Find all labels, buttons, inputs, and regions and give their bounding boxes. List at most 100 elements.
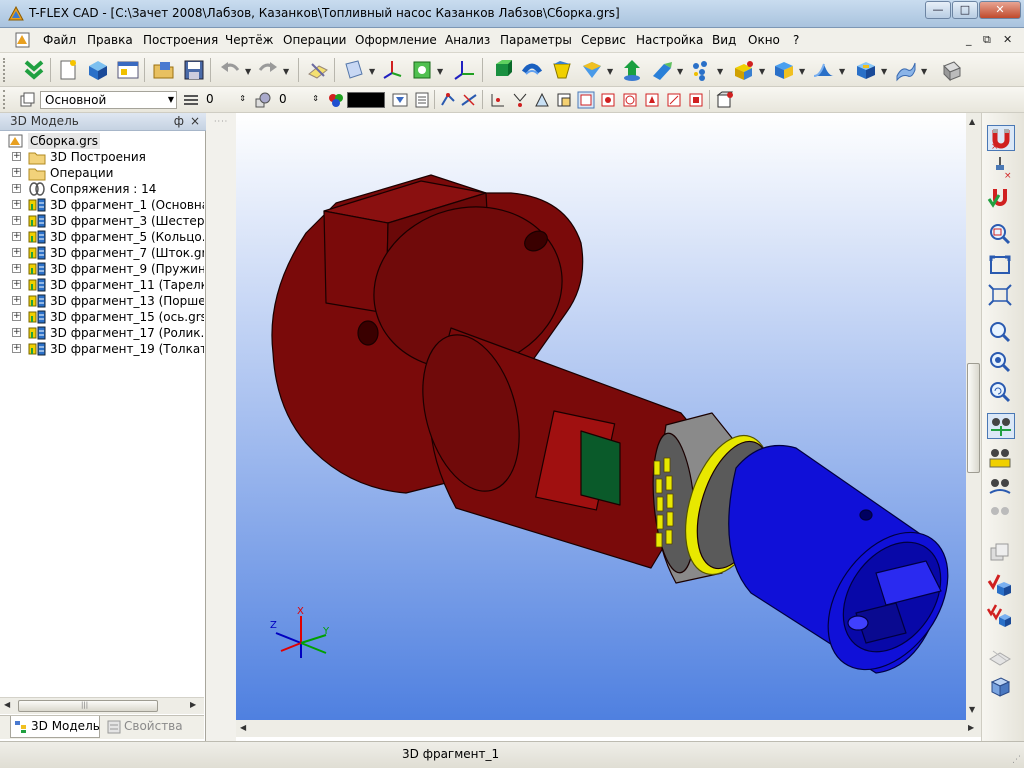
3d-scene[interactable]: X Y Z	[236, 113, 966, 720]
coordinate-system-icon[interactable]	[452, 58, 476, 82]
expand-icon[interactable]: +	[12, 168, 21, 177]
tree-item[interactable]: +3D фрагмент_15 (ось.grs)	[0, 309, 204, 325]
scroll-up-icon[interactable]: ▲	[969, 117, 975, 126]
extrude-icon[interactable]	[490, 58, 514, 82]
snap-vertex-icon[interactable]	[489, 91, 507, 109]
level-spinner[interactable]: 0 ⇕	[202, 91, 248, 109]
maximize-button[interactable]: □	[952, 1, 978, 19]
pin-icon[interactable]: ф	[174, 113, 184, 130]
tab-3d-model[interactable]: 3D Модель	[10, 716, 100, 738]
tree-horizontal-scrollbar[interactable]: ◀ ||| ▶	[0, 697, 204, 714]
profile-dropdown-icon[interactable]: ▼	[437, 67, 443, 76]
array-dropdown-icon[interactable]: ▼	[717, 67, 723, 76]
select-body-icon[interactable]	[716, 91, 734, 109]
chamfer-dropdown-icon[interactable]: ▼	[799, 67, 805, 76]
pipe-dropdown-icon[interactable]: ▼	[677, 67, 683, 76]
panel-splitter[interactable]: ····	[206, 113, 236, 741]
chevron-down-double-icon[interactable]	[22, 58, 46, 82]
doc-minimize-button[interactable]: _	[966, 33, 972, 46]
tree-item[interactable]: +3D фрагмент_19 (Толкатель.g	[0, 341, 204, 357]
toolbar-grip[interactable]	[3, 90, 7, 109]
scroll-thumb[interactable]	[967, 363, 980, 473]
tree-item[interactable]: +3D фрагмент_11 (Тарелка.grs)	[0, 277, 204, 293]
check-body-button[interactable]	[987, 573, 1015, 599]
snap-loop-icon[interactable]	[577, 91, 595, 109]
menu-parameters[interactable]: Параметры	[500, 33, 572, 47]
snap-lcs-icon[interactable]	[621, 91, 639, 109]
close-button[interactable]: ✕	[979, 1, 1021, 19]
select-nodes-icon[interactable]	[440, 91, 458, 109]
menu-edit[interactable]: Правка	[87, 33, 133, 47]
new-drawing-icon[interactable]	[116, 58, 140, 82]
viewport-vertical-scrollbar[interactable]: ▲ ▼	[966, 113, 981, 720]
menu-operations[interactable]: Операции	[283, 33, 346, 47]
expand-icon[interactable]: +	[12, 328, 21, 337]
scroll-left-icon[interactable]: ◀	[240, 723, 246, 732]
tree-item[interactable]: +3D фрагмент_17 (Ролик.grb)	[0, 325, 204, 341]
fillet-icon[interactable]	[812, 58, 836, 82]
shell-dropdown-icon[interactable]: ▼	[881, 67, 887, 76]
menu-drawing[interactable]: Чертёж	[225, 33, 273, 47]
zoom-out-button[interactable]	[987, 349, 1015, 375]
snap-edge-icon[interactable]	[511, 91, 529, 109]
pin-snap-button[interactable]: ×	[987, 155, 1015, 181]
color-swatch[interactable]	[347, 92, 385, 108]
expand-icon[interactable]: +	[12, 184, 21, 193]
snap-operation-icon[interactable]	[599, 91, 617, 109]
profile-icon[interactable]	[410, 58, 434, 82]
options-3d-icon[interactable]	[940, 58, 964, 82]
loft-icon[interactable]	[550, 58, 574, 82]
doc-restore-button[interactable]: ⧉	[983, 33, 991, 47]
boolean-dropdown-icon[interactable]: ▼	[759, 67, 765, 76]
expand-icon[interactable]: +	[12, 216, 21, 225]
scroll-thumb[interactable]: |||	[18, 700, 158, 712]
zoom-in-button[interactable]	[987, 319, 1015, 345]
redo-dropdown-icon[interactable]: ▼	[283, 67, 289, 76]
tab-properties[interactable]: Свойства	[104, 716, 194, 738]
snap-fragment-icon[interactable]	[643, 91, 661, 109]
save-icon[interactable]	[182, 58, 206, 82]
snap-path-icon[interactable]	[665, 91, 683, 109]
orbit-view-button[interactable]	[987, 475, 1015, 501]
insert-part[interactable]	[580, 430, 621, 506]
tree-item[interactable]: +3D фрагмент_9 (Пружина.grs)	[0, 261, 204, 277]
tree-item[interactable]: +3D фрагмент_3 (Шестерня вед	[0, 213, 204, 229]
copy-view-button[interactable]	[987, 541, 1015, 567]
priority-spinner[interactable]: 0 ⇕	[275, 91, 321, 109]
menu-construct[interactable]: Построения	[143, 33, 218, 47]
fit-all-button[interactable]	[987, 253, 1015, 279]
menu-window[interactable]: Окно	[748, 33, 780, 47]
view-cube-button[interactable]	[987, 675, 1015, 701]
layer-combobox[interactable]: Основной ▼	[40, 91, 177, 109]
minimize-button[interactable]: —	[925, 1, 951, 19]
zoom-window-button[interactable]	[987, 221, 1015, 247]
sweep-dropdown-icon[interactable]: ▼	[607, 67, 613, 76]
magnet-check-button[interactable]	[987, 185, 1015, 211]
expand-icon[interactable]: +	[12, 344, 21, 353]
menu-view[interactable]: Вид	[712, 33, 736, 47]
viewport-horizontal-scrollbar[interactable]: ◀ ▶	[236, 720, 981, 737]
chamfer-icon[interactable]	[772, 58, 796, 82]
plane-dropdown-icon[interactable]: ▼	[369, 67, 375, 76]
array-icon[interactable]	[690, 58, 714, 82]
3d-viewport[interactable]: X Y Z	[236, 113, 966, 720]
tree-item[interactable]: +3D фрагмент_1 (Основная дет	[0, 197, 204, 213]
fit-extents-button[interactable]	[987, 283, 1015, 309]
snap-body-icon[interactable]	[555, 91, 573, 109]
snap-face-icon[interactable]	[533, 91, 551, 109]
rotate-icon[interactable]	[520, 58, 544, 82]
toolbar-grip[interactable]	[3, 58, 7, 82]
plane-icon[interactable]	[342, 58, 366, 82]
tree-item[interactable]: + Сопряжения : 14	[0, 181, 204, 197]
pan-view-button[interactable]	[987, 445, 1015, 471]
walk-view-button[interactable]	[987, 501, 1015, 527]
tree-item[interactable]: +3D фрагмент_5 (Кольцо.grb)	[0, 229, 204, 245]
undo-icon[interactable]	[218, 58, 242, 82]
scroll-down-icon[interactable]: ▼	[969, 705, 975, 714]
panel-close-button[interactable]: ×	[190, 113, 200, 130]
expand-icon[interactable]: +	[12, 312, 21, 321]
filter-list-icon[interactable]	[413, 91, 431, 109]
redo-icon[interactable]	[256, 58, 280, 82]
scroll-right-icon[interactable]: ▶	[190, 700, 196, 709]
new-document-icon[interactable]	[56, 58, 80, 82]
